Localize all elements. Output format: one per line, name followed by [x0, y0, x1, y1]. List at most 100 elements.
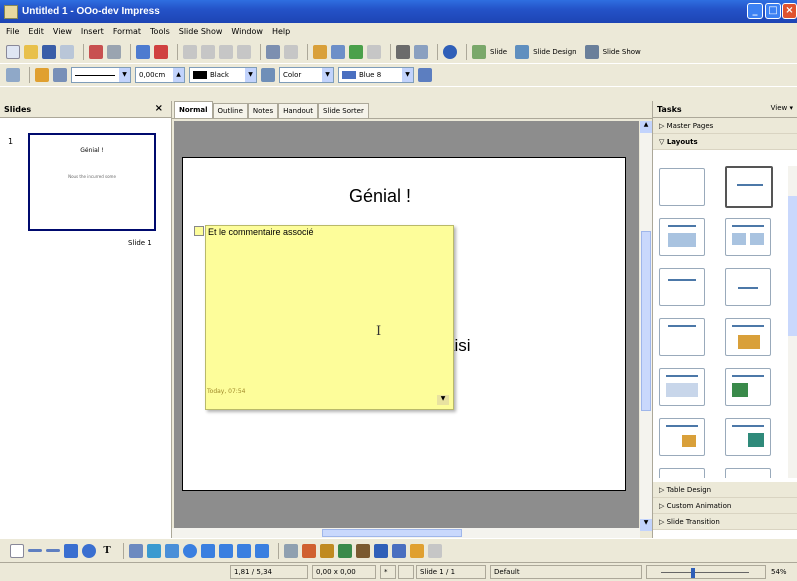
- redo-icon[interactable]: [284, 44, 298, 59]
- layout-title-content[interactable]: [659, 218, 705, 256]
- line-color-select[interactable]: Black ▼: [189, 67, 257, 83]
- navigator-icon[interactable]: [367, 44, 381, 59]
- comment-anchor[interactable]: [194, 226, 204, 236]
- format-paintbrush-icon[interactable]: [237, 44, 251, 59]
- shadow-toggle-icon[interactable]: [428, 543, 442, 558]
- comment-text[interactable]: Et le commentaire associé: [208, 227, 314, 237]
- zoom-icon[interactable]: [414, 44, 428, 59]
- arrange-icon[interactable]: [410, 543, 424, 558]
- area-icon[interactable]: [261, 68, 275, 82]
- section-slide-transition[interactable]: ▷ Slide Transition: [653, 514, 797, 530]
- print-icon[interactable]: [107, 44, 121, 59]
- layout-title-2content[interactable]: [725, 218, 771, 256]
- menu-insert[interactable]: Insert: [81, 27, 104, 36]
- table-icon[interactable]: [331, 44, 345, 59]
- copy-icon[interactable]: [201, 44, 215, 59]
- zoom-handle[interactable]: [691, 568, 695, 578]
- insert-mode[interactable]: *: [380, 565, 396, 579]
- shadow-icon[interactable]: [418, 68, 432, 82]
- layout-more-2[interactable]: [725, 468, 771, 478]
- layout-centered-text[interactable]: [725, 268, 771, 306]
- menu-file[interactable]: File: [6, 27, 19, 36]
- gallery-draw-icon[interactable]: [356, 543, 370, 558]
- from-file-icon[interactable]: [338, 543, 352, 558]
- zoom-slider[interactable]: [646, 565, 766, 579]
- spellcheck-icon[interactable]: [136, 44, 150, 59]
- area-style-select[interactable]: Color ▼: [279, 67, 334, 83]
- email-icon[interactable]: [60, 44, 74, 59]
- points-icon[interactable]: [284, 543, 298, 558]
- vertical-scrollbar[interactable]: ▲ ▼: [640, 121, 652, 531]
- slide-design-button[interactable]: Slide Design: [515, 44, 577, 59]
- comment-menu-icon[interactable]: ▼: [437, 395, 449, 405]
- chart-icon[interactable]: [313, 44, 327, 59]
- undo-icon[interactable]: [266, 44, 280, 59]
- glue-points-icon[interactable]: [302, 543, 316, 558]
- extrusion-icon[interactable]: [374, 543, 388, 558]
- scroll-thumb[interactable]: [322, 529, 462, 537]
- view-menu[interactable]: View ▾: [771, 104, 793, 112]
- menu-format[interactable]: Format: [113, 27, 141, 36]
- align-icon[interactable]: [392, 543, 406, 558]
- open-folder-icon[interactable]: [24, 44, 38, 59]
- tab-handout[interactable]: Handout: [278, 103, 318, 118]
- basic-shapes-icon[interactable]: [165, 543, 179, 558]
- cut-icon[interactable]: [183, 44, 197, 59]
- comment-note[interactable]: Et le commentaire associé I Today, 07:54…: [194, 225, 454, 410]
- line-tool-icon[interactable]: [28, 549, 42, 552]
- flowchart-icon[interactable]: [219, 543, 233, 558]
- callouts-icon[interactable]: [237, 543, 251, 558]
- maximize-button[interactable]: □: [765, 3, 781, 19]
- layout-text-image[interactable]: [725, 418, 771, 456]
- section-table-design[interactable]: ▷ Table Design: [653, 482, 797, 498]
- hyperlink-icon[interactable]: [349, 44, 363, 59]
- tab-normal[interactable]: Normal: [174, 101, 213, 118]
- zoom-percent[interactable]: 54%: [768, 565, 797, 579]
- area-color-select[interactable]: Blue 8 ▼: [338, 67, 414, 83]
- minimize-button[interactable]: _: [747, 3, 763, 19]
- menu-view[interactable]: View: [53, 27, 72, 36]
- export-pdf-icon[interactable]: [89, 44, 103, 59]
- scroll-up-icon[interactable]: ▲: [640, 121, 652, 133]
- arrow-tool-icon[interactable]: [46, 549, 60, 552]
- save-icon[interactable]: [42, 44, 56, 59]
- menu-tools[interactable]: Tools: [150, 27, 170, 36]
- line-style-select[interactable]: ▼: [71, 67, 131, 83]
- connector-tool-icon[interactable]: [147, 543, 161, 558]
- new-document-icon[interactable]: [6, 44, 20, 59]
- tab-outline[interactable]: Outline: [212, 103, 248, 118]
- menu-window[interactable]: Window: [231, 27, 263, 36]
- menu-help[interactable]: Help: [272, 27, 290, 36]
- section-master-pages[interactable]: ▷ Master Pages: [653, 118, 797, 134]
- close-button[interactable]: ×: [782, 3, 797, 19]
- layout-title-image-text[interactable]: [725, 368, 771, 406]
- menu-edit[interactable]: Edit: [28, 27, 44, 36]
- layout-title-chart[interactable]: [725, 318, 771, 356]
- layouts-scrollbar[interactable]: [788, 166, 797, 478]
- scroll-thumb[interactable]: [641, 231, 651, 411]
- menu-slide-show[interactable]: Slide Show: [179, 27, 223, 36]
- layout-blank[interactable]: [659, 168, 705, 206]
- select-icon[interactable]: [10, 543, 24, 558]
- selection-mode[interactable]: [398, 565, 414, 579]
- symbol-shapes-icon[interactable]: [183, 543, 197, 558]
- tab-notes[interactable]: Notes: [247, 103, 279, 118]
- layout-title-only[interactable]: [725, 166, 773, 208]
- autospellcheck-icon[interactable]: [154, 44, 168, 59]
- line-width-field[interactable]: 0,00cm ▲: [135, 67, 185, 83]
- styles-icon[interactable]: [6, 68, 20, 82]
- help-icon[interactable]: [443, 44, 457, 59]
- section-layouts[interactable]: ▽ Layouts: [653, 134, 797, 150]
- close-icon[interactable]: ×: [155, 103, 163, 114]
- fontwork-icon[interactable]: [320, 543, 334, 558]
- section-custom-animation[interactable]: ▷ Custom Animation: [653, 498, 797, 514]
- gallery-icon[interactable]: [396, 44, 410, 59]
- block-arrows-icon[interactable]: [201, 543, 215, 558]
- layout-text-chart[interactable]: [659, 418, 705, 456]
- slide-show-button[interactable]: Slide Show: [584, 44, 641, 59]
- ellipse-tool-icon[interactable]: [82, 543, 96, 558]
- paste-icon[interactable]: [219, 44, 233, 59]
- rectangle-tool-icon[interactable]: [64, 543, 78, 558]
- layout-more-1[interactable]: [659, 468, 705, 478]
- line-icon[interactable]: [35, 68, 49, 82]
